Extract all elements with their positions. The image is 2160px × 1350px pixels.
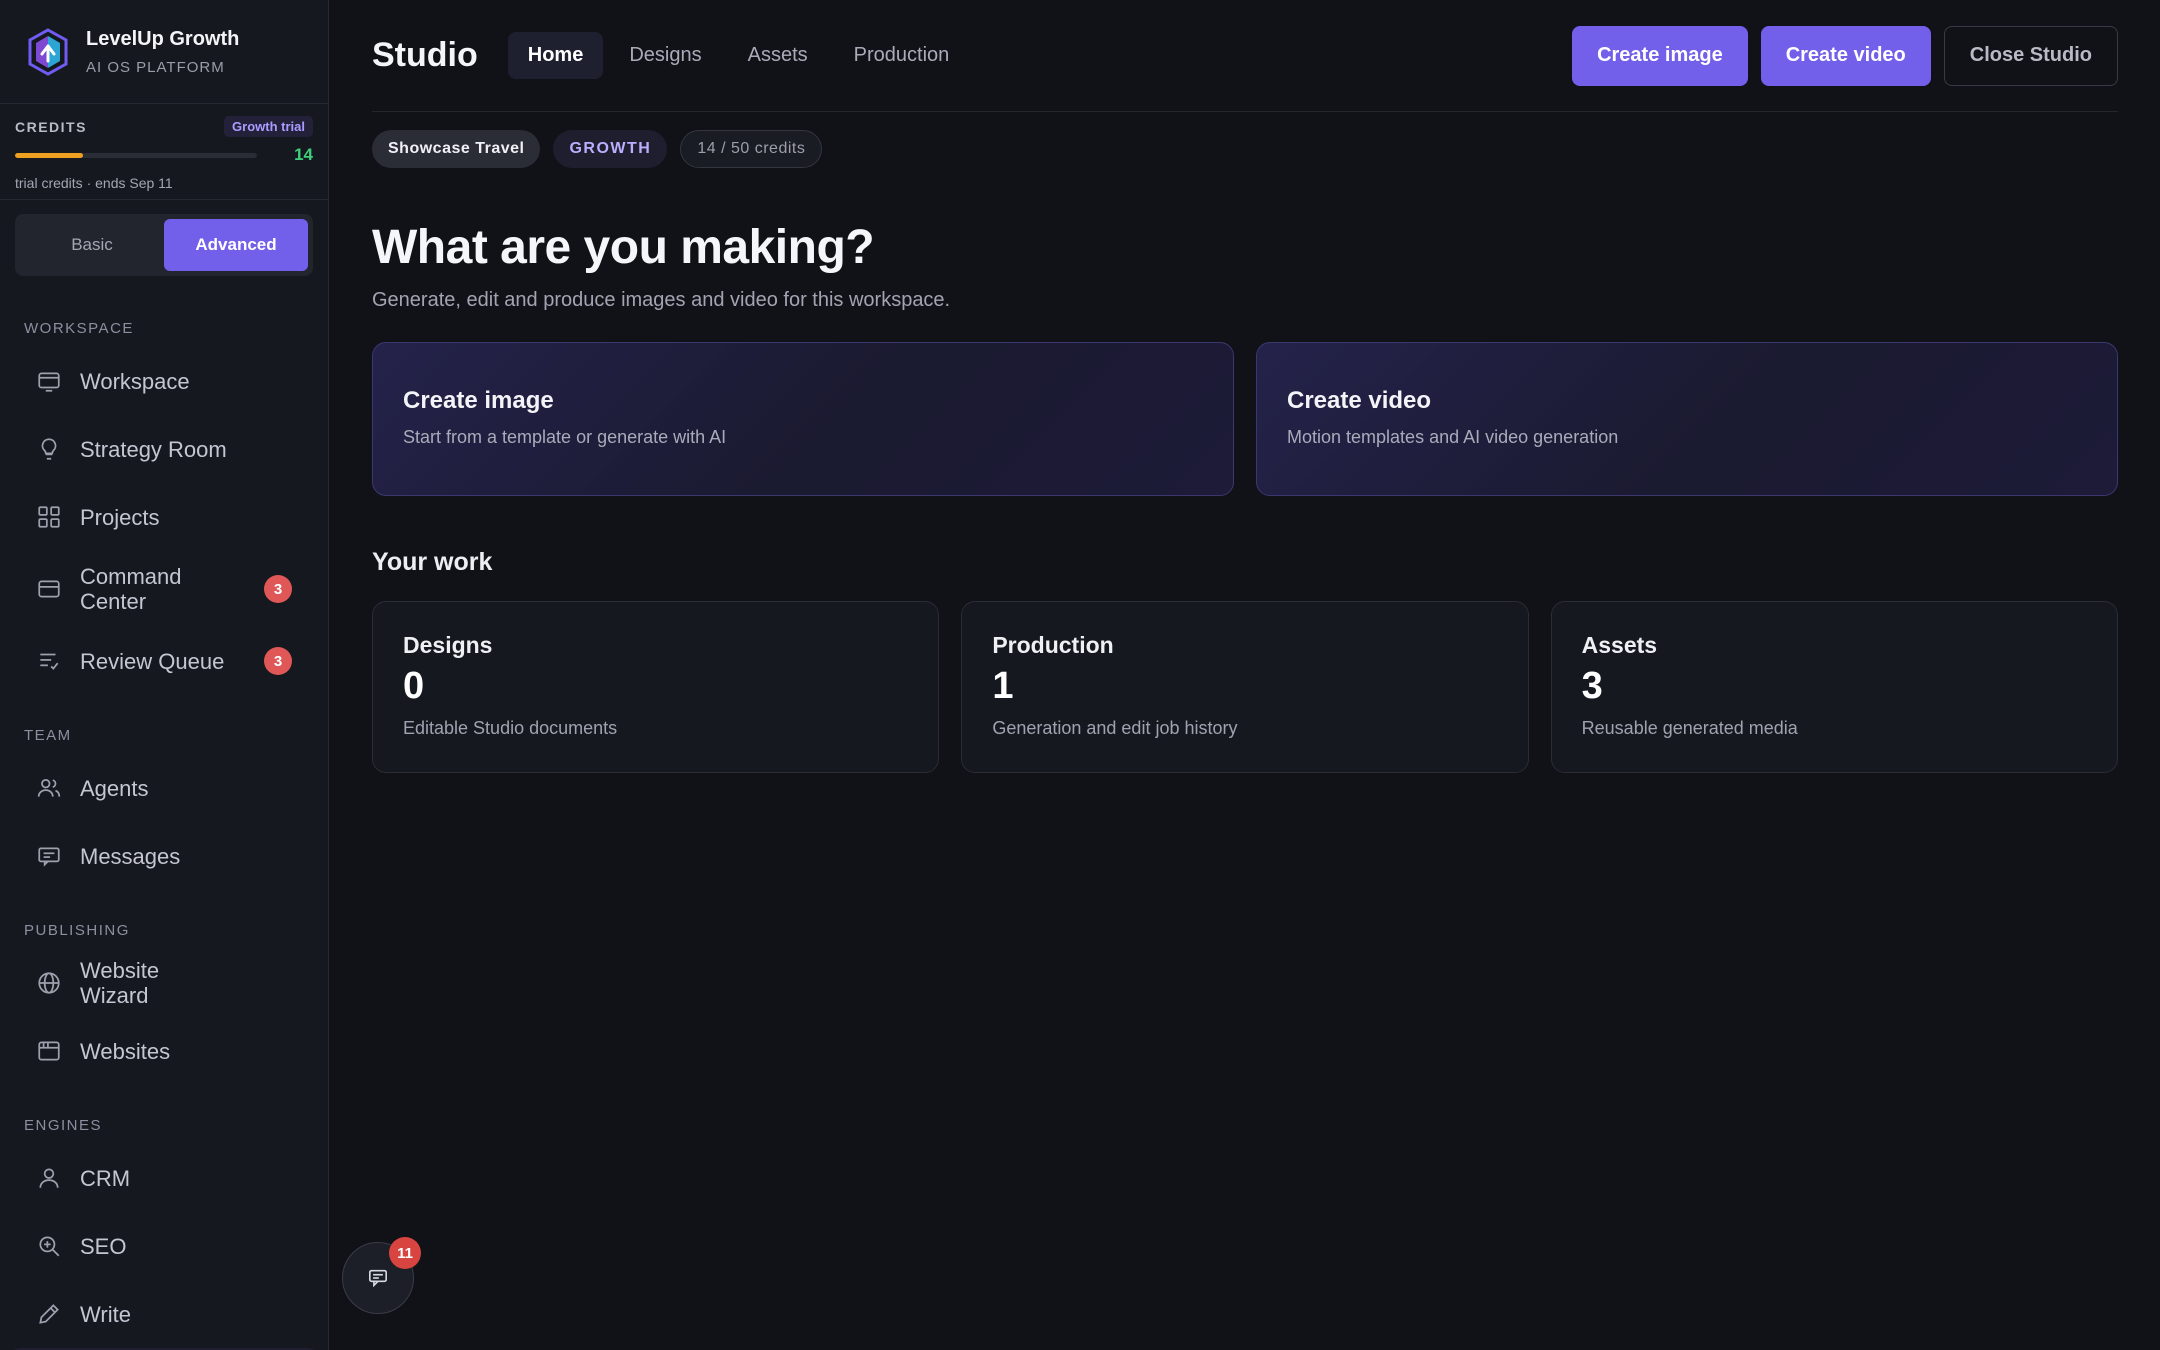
sidebar-item-command-center[interactable]: Command Center 3: [12, 551, 316, 627]
work-card-desc: Generation and edit job history: [992, 718, 1238, 738]
create-card-title: Create image: [403, 387, 554, 414]
create-video-card[interactable]: Create video Motion templates and AI vid…: [1256, 342, 2118, 496]
nav-section-publishing: PUBLISHING: [24, 922, 130, 939]
message-icon: [38, 847, 60, 867]
your-work-title: Your work: [372, 548, 493, 576]
sidebar-item-label: Websites: [80, 1038, 171, 1064]
page-title: Studio: [372, 36, 478, 74]
lightbulb-icon: [41, 438, 57, 460]
sidebar-item-label: SEO: [80, 1233, 127, 1259]
sidebar-item-messages[interactable]: Messages: [12, 822, 316, 890]
mode-toggle: Basic Advanced: [15, 214, 313, 276]
sidebar-item-label: Strategy Room: [80, 436, 227, 462]
credits-chip: 14 / 50 credits: [680, 130, 823, 168]
credits-progress-bar: [15, 152, 257, 158]
credits-remaining: 14: [294, 145, 313, 164]
grid-icon: [38, 506, 60, 528]
nav-section-team: TEAM: [24, 727, 72, 744]
chat-button[interactable]: 11: [342, 1237, 421, 1314]
mode-basic-button[interactable]: Basic: [20, 219, 164, 271]
window-icon: [38, 580, 60, 598]
studio-tabs: Home Designs Assets Production: [507, 32, 976, 79]
sidebar-item-label: Agents: [80, 775, 149, 801]
sidebar-item-strategy-room[interactable]: Strategy Room: [12, 415, 316, 483]
monitor-icon: [38, 372, 60, 392]
sidebar-item-seo[interactable]: SEO: [12, 1212, 316, 1280]
brand-subtitle: AI OS PLATFORM: [86, 58, 225, 76]
nav-section-engines: ENGINES: [24, 1117, 103, 1134]
sidebar-item-crm[interactable]: CRM: [12, 1144, 316, 1212]
work-card-count: 3: [1581, 665, 1603, 707]
sidebar-item-label: Messages: [80, 843, 181, 869]
work-card-desc: Reusable generated media: [1581, 718, 1798, 738]
sidebar-item-workspace[interactable]: Workspace: [12, 347, 316, 415]
tab-production[interactable]: Production: [834, 32, 970, 79]
user-icon: [39, 1168, 59, 1188]
browser-icon: [38, 1041, 60, 1061]
create-card-desc: Motion templates and AI video generation: [1287, 427, 1619, 447]
create-image-card[interactable]: Create image Start from a template or ge…: [372, 342, 1234, 496]
credits-note: trial credits · ends Sep 11: [15, 175, 173, 191]
credits-progress-fill: [15, 152, 83, 158]
mode-advanced-button[interactable]: Advanced: [164, 219, 308, 271]
chat-icon: [369, 1269, 387, 1287]
work-card-desc: Editable Studio documents: [403, 718, 618, 738]
users-icon: [37, 779, 61, 797]
hero-subtitle: Generate, edit and produce images and vi…: [372, 289, 951, 311]
create-card-title: Create video: [1287, 387, 1432, 414]
hero-title: What are you making?: [372, 221, 875, 274]
designs-card[interactable]: Designs 0 Editable Studio documents: [372, 601, 940, 773]
top-bar: Studio Home Designs Assets Production Cr…: [372, 0, 2118, 112]
brand[interactable]: LevelUp Growth AI OS PLATFORM: [0, 0, 328, 104]
sidebar-item-agents[interactable]: Agents: [12, 754, 316, 822]
sidebar-item-label: Command Center: [80, 564, 182, 614]
main-content: Studio Home Designs Assets Production Cr…: [372, 0, 2118, 1350]
workspace-chip[interactable]: Showcase Travel: [372, 130, 541, 168]
chat-notification-badge: 11: [389, 1237, 421, 1269]
sidebar-item-label: Workspace: [80, 368, 190, 394]
nav-section-workspace: WORKSPACE: [24, 320, 134, 337]
globe-icon: [38, 972, 60, 994]
notification-badge: 3: [264, 575, 292, 603]
credits-panel: CREDITS Growth trial 14 trial credits · …: [0, 104, 328, 200]
sidebar-item-label: Website Wizard: [80, 958, 160, 1008]
create-image-button[interactable]: Create image: [1572, 25, 1748, 86]
work-card-count: 1: [992, 665, 1014, 707]
tab-assets[interactable]: Assets: [728, 32, 828, 79]
sidebar-item-label: Write: [80, 1301, 131, 1327]
search-zoom-icon: [39, 1236, 60, 1257]
sidebar-item-label: CRM: [80, 1165, 131, 1191]
top-actions: Create image Create video Close Studio: [1572, 25, 2118, 86]
checklist-icon: [40, 653, 59, 670]
create-card-desc: Start from a template or generate with A…: [403, 427, 727, 447]
plan-badge: Growth trial: [224, 116, 313, 137]
your-work-cards: Designs 0 Editable Studio documents Prod…: [372, 601, 2118, 773]
tab-home[interactable]: Home: [507, 32, 604, 79]
levelup-logo-icon: [28, 27, 68, 76]
sidebar-item-label: Projects: [80, 504, 160, 530]
work-card-title: Production: [992, 632, 1114, 658]
notification-badge: 3: [264, 647, 292, 675]
create-video-button[interactable]: Create video: [1760, 25, 1931, 86]
create-options: Create image Start from a template or ge…: [372, 342, 2118, 496]
sidebar: LevelUp Growth AI OS PLATFORM CREDITS Gr…: [0, 0, 329, 1350]
credits-label: CREDITS: [15, 118, 87, 135]
sidebar-item-projects[interactable]: Projects: [12, 483, 316, 551]
sidebar-item-label: Review Queue: [80, 648, 225, 674]
tab-designs[interactable]: Designs: [609, 32, 721, 79]
pencil-icon: [39, 1304, 59, 1324]
sidebar-item-review-queue[interactable]: Review Queue 3: [12, 627, 316, 695]
sidebar-item-website-wizard[interactable]: Website Wizard: [12, 949, 316, 1017]
work-card-title: Assets: [1581, 632, 1658, 658]
work-card-title: Designs: [403, 632, 493, 658]
plan-chip: GROWTH: [553, 130, 668, 168]
sidebar-item-websites[interactable]: Websites: [12, 1017, 316, 1085]
assets-card[interactable]: Assets 3 Reusable generated media: [1550, 601, 2118, 773]
close-studio-button[interactable]: Close Studio: [1943, 25, 2118, 86]
sidebar-item-write[interactable]: Write: [12, 1280, 316, 1348]
brand-name: LevelUp Growth: [86, 27, 240, 50]
production-card[interactable]: Production 1 Generation and edit job his…: [961, 601, 1529, 773]
work-card-count: 0: [403, 665, 425, 707]
context-chips: Showcase Travel GROWTH 14 / 50 credits: [372, 130, 2118, 168]
